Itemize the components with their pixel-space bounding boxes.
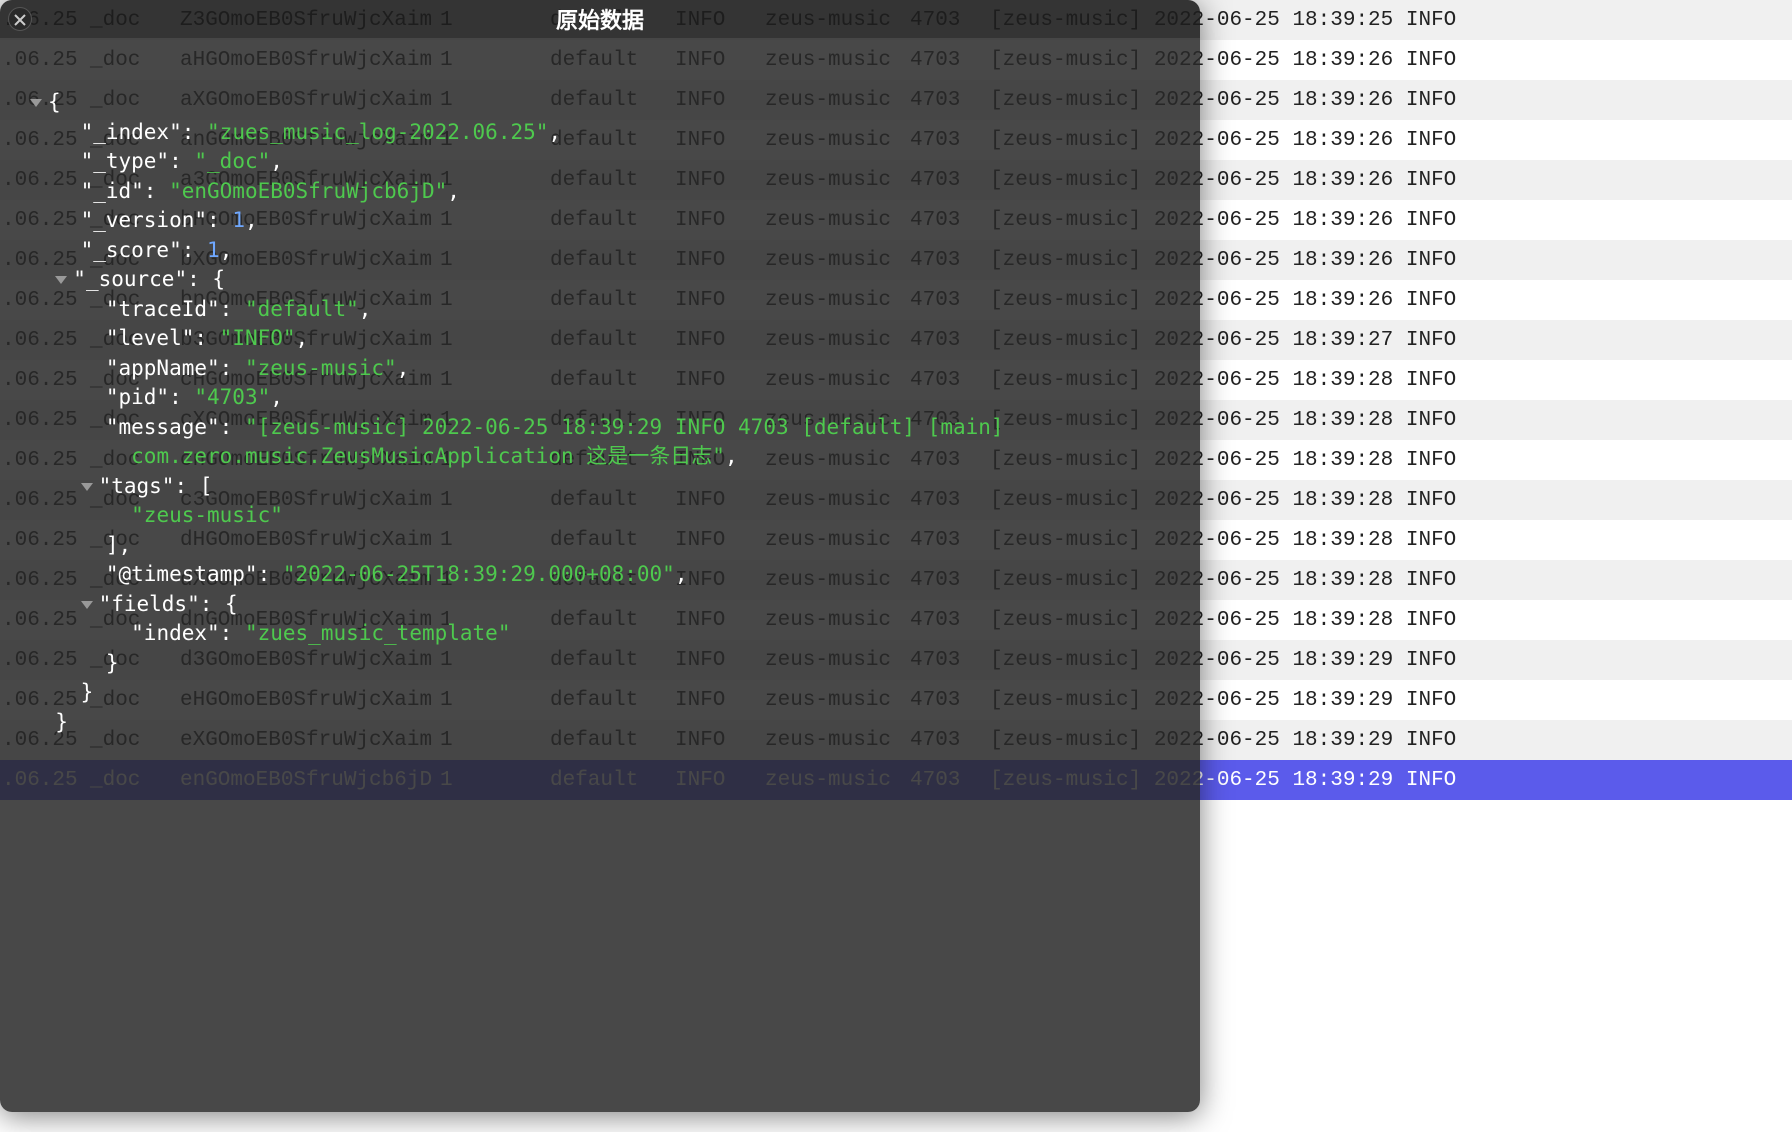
json-key: "traceId" [106,297,220,321]
json-key: "index" [131,621,220,645]
json-value: 1 [232,208,245,232]
json-key: "appName" [106,356,220,380]
json-value: "_doc" [194,149,270,173]
json-key: "_index" [81,120,182,144]
json-value: "2022-06-25T18:39:29.000+08:00" [283,562,675,586]
json-value: "INFO" [220,326,296,350]
modal-header: 原始数据 [0,0,1200,38]
json-value: "enGOmoEB0SfruWjcb6jD" [169,179,447,203]
json-value: 1 [207,238,220,262]
json-value: "zues_music_log-2022.06.25" [207,120,548,144]
json-viewer[interactable]: { "_index": "zues_music_log-2022.06.25",… [0,38,1200,767]
json-value: "zeus-music" [245,356,397,380]
json-key: "_version" [81,208,207,232]
json-value: "4703" [194,385,270,409]
json-key: "_id" [81,179,144,203]
raw-data-modal: 原始数据 { "_index": "zues_music_log-2022.06… [0,0,1200,1112]
json-key: "pid" [106,385,169,409]
json-value: com.zero.music.ZeusMusicApplication 这是一条… [131,444,725,468]
json-value: "zeus-music" [131,503,283,527]
json-key: "fields" [99,592,200,616]
close-button[interactable] [8,7,32,31]
json-key: "tags" [99,474,175,498]
close-icon [14,6,26,32]
caret-icon [30,99,42,107]
json-key: "_source" [73,267,187,291]
json-key: "message" [106,415,220,439]
json-value: "[zeus-music] 2022-06-25 18:39:29 INFO 4… [245,415,1004,439]
json-key: "_type" [81,149,170,173]
json-key: "_score" [81,238,182,262]
modal-title: 原始数据 [556,3,644,35]
caret-icon [55,276,67,284]
caret-icon [81,483,93,491]
json-key: "@timestamp" [106,562,258,586]
json-value: "default" [245,297,359,321]
caret-icon [81,601,93,609]
json-key: "level" [106,326,195,350]
json-value: "zues_music_template" [245,621,511,645]
